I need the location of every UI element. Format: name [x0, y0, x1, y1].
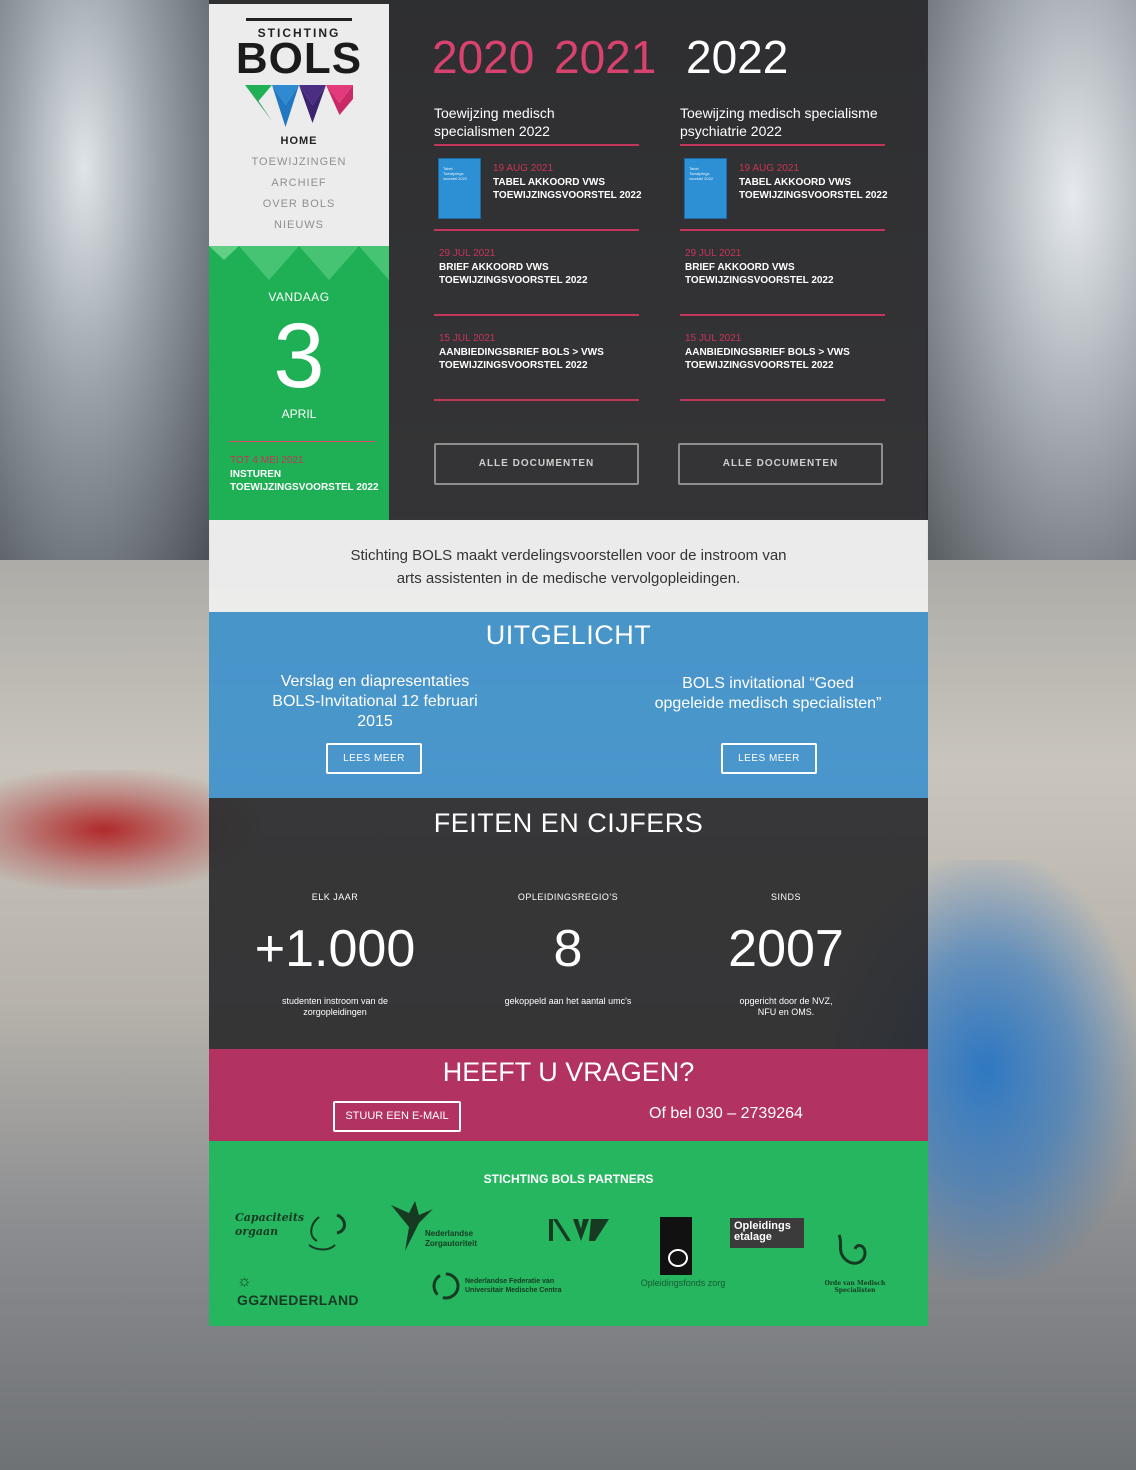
fact-description: gekoppeld aan het aantal umc's [504, 996, 632, 1006]
nvz-mark-icon [549, 1219, 609, 1241]
nav-item-home[interactable]: HOME [209, 131, 389, 152]
featured-item-text[interactable]: Verslag en diapresentaties BOLS-Invitati… [255, 672, 495, 732]
today-label: VANDAAG [268, 290, 330, 304]
nav-item-archief[interactable]: ARCHIEF [209, 173, 389, 194]
today-day: 3 [273, 305, 325, 407]
fact-label: ELK JAAR [311, 892, 359, 902]
document-item[interactable]: Tabel Toewijzings voorstel 2022 19 AUG 2… [680, 144, 888, 229]
document-title[interactable]: TABEL AKKOORD VWS TOEWIJZINGSVOORSTEL 20… [739, 176, 929, 202]
fact-value: +1.000 [254, 920, 416, 978]
document-title[interactable]: AANBIEDINGSBRIEF BOLS > VWS TOEWIJZINGSV… [685, 346, 875, 372]
document-date: 15 JUL 2021 [439, 333, 496, 344]
document-date: 29 JUL 2021 [685, 248, 742, 259]
background-photo-right [926, 0, 1136, 560]
fact-description: studenten instroom van de zorgopleidinge… [281, 996, 389, 1017]
document-item[interactable]: 15 JUL 2021 AANBIEDINGSBRIEF BOLS > VWS … [434, 314, 639, 399]
bols-logo-mark-icon [245, 85, 353, 127]
partners-section: STICHTING BOLS PARTNERS Capaciteits orga… [209, 1141, 928, 1326]
oms-logo[interactable]: Orde van Medisch Specialisten [805, 1233, 905, 1294]
featured-title: UITGELICHT [485, 620, 652, 650]
nfu-logo[interactable]: Nederlandse Federatie van Universitair M… [431, 1271, 581, 1303]
send-email-button[interactable]: STUUR EEN E-MAIL [333, 1101, 461, 1132]
nza-logo[interactable]: Nederlandse Zorgautoriteit [389, 1199, 499, 1255]
partners-title: STICHTING BOLS PARTNERS [483, 1172, 654, 1186]
tab-year-2021[interactable]: 2021 [554, 30, 656, 84]
zigzag-divider [209, 246, 389, 280]
nvz-logo[interactable] [547, 1217, 611, 1247]
fact-label: SINDS [770, 892, 801, 902]
logo-rule [246, 18, 352, 21]
fact-value: 2007 [728, 920, 844, 978]
document-thumbnail[interactable]: Tabel Toewijzings voorstel 2022 [684, 158, 727, 219]
phone-number[interactable]: Of bel 030 – 2739264 [649, 1105, 803, 1123]
ggz-logo[interactable]: ☼ GGZNEDERLAND [237, 1273, 377, 1308]
document-item[interactable]: 15 JUL 2021 AANBIEDINGSBRIEF BOLS > VWS … [680, 314, 885, 399]
featured-section: UITGELICHT Verslag en diapresentaties BO… [209, 612, 928, 798]
deadline-text[interactable]: INSTUREN TOEWIJZINGSVOORSTEL 2022 [230, 468, 380, 494]
document-item[interactable]: 29 JUL 2021 BRIEF AKKOORD VWS TOEWIJZING… [680, 229, 885, 314]
tab-year-2022[interactable]: 2022 [686, 30, 788, 84]
rijksoverheid-emblem [660, 1217, 692, 1275]
all-documents-button[interactable]: ALLE DOCUMENTEN [678, 443, 883, 485]
document-title[interactable]: TABEL AKKOORD VWS TOEWIJZINGSVOORSTEL 20… [493, 176, 683, 202]
document-thumbnail[interactable]: Tabel Toewijzings voorstel 2022 [438, 158, 481, 219]
document-item[interactable]: Tabel Toewijzings voorstel 2022 19 AUG 2… [434, 144, 642, 229]
documents-panel: STICHTING BOLS HOME TOEWIJZINGEN ARCHIEF [209, 0, 928, 520]
documents-column-psychiatrie: Toewijzing medisch specialisme psychiatr… [680, 104, 888, 401]
fact-item: SINDS 2007 opgericht door de NVZ, NFU en… [676, 892, 896, 1018]
intro-text: Stichting BOLS maakt verdelingsvoorstell… [350, 547, 787, 587]
contact-title: HEEFT U VRAGEN? [442, 1057, 695, 1087]
document-item[interactable]: 29 JUL 2021 BRIEF AKKOORD VWS TOEWIJZING… [434, 229, 639, 314]
sidebar: STICHTING BOLS HOME TOEWIJZINGEN ARCHIEF [209, 4, 389, 520]
nav-item-toewijzingen[interactable]: TOEWIJZINGEN [209, 152, 389, 173]
intro-band: Stichting BOLS maakt verdelingsvoorstell… [209, 520, 928, 612]
documents-column-specialismen: Toewijzing medisch specialismen 2022 Tab… [434, 104, 642, 401]
contact-section: HEEFT U VRAGEN? STUUR EEN E-MAIL Of bel … [209, 1049, 928, 1141]
featured-item-text[interactable]: BOLS invitational “Goed opgeleide medisc… [648, 674, 888, 714]
logo-box: STICHTING BOLS HOME TOEWIJZINGEN ARCHIEF [209, 4, 389, 246]
document-date: 19 AUG 2021 [493, 163, 554, 174]
facts-title: FEITEN EN CIJFERS [433, 808, 704, 838]
read-more-button[interactable]: LEES MEER [721, 743, 817, 774]
nav-item-over-bols[interactable]: OVER BOLS [209, 194, 389, 215]
today-divider [229, 441, 375, 442]
capaciteitsorgaan-logo[interactable]: Capaciteits orgaan [235, 1211, 355, 1257]
facts-section: FEITEN EN CIJFERS ELK JAAR +1.000 studen… [209, 798, 928, 1049]
sun-icon: ☼ [237, 1273, 252, 1290]
opleidingsetalage-logo[interactable]: Opleidings etalage [730, 1218, 804, 1248]
read-more-button[interactable]: LEES MEER [326, 743, 422, 774]
fact-value: 8 [553, 920, 583, 978]
column-title: Toewijzing medisch specialismen 2022 [434, 105, 555, 139]
document-title[interactable]: BRIEF AKKOORD VWS TOEWIJZINGSVOORSTEL 20… [685, 261, 875, 287]
opleidingsfonds-logo[interactable]: Opleidingsfonds zorg [633, 1217, 733, 1291]
document-date: 15 JUL 2021 [685, 333, 742, 344]
fact-description: opgericht door de NVZ, NFU en OMS. [739, 996, 833, 1017]
nav-item-nieuws[interactable]: NIEUWS [209, 215, 389, 236]
today-month: APRIL [281, 407, 317, 421]
oms-mark-icon [837, 1234, 867, 1265]
fact-item: OPLEIDINGSREGIO'S 8 gekoppeld aan het aa… [458, 892, 678, 1007]
main-nav: HOME TOEWIJZINGEN ARCHIEF OVER BOLS NIEU… [209, 131, 389, 236]
divider [680, 399, 885, 401]
page-container: STICHTING BOLS HOME TOEWIJZINGEN ARCHIEF [209, 0, 928, 1326]
nfu-mark-icon [432, 1272, 460, 1300]
fact-label: OPLEIDINGSREGIO'S [517, 892, 619, 902]
logo-line2[interactable]: BOLS [209, 34, 389, 84]
fact-item: ELK JAAR +1.000 studenten instroom van d… [225, 892, 445, 1018]
capaciteitsorgaan-mark-icon [308, 1213, 346, 1251]
document-date: 19 AUG 2021 [739, 163, 800, 174]
tab-year-2020[interactable]: 2020 [432, 30, 534, 84]
document-date: 29 JUL 2021 [439, 248, 496, 259]
document-title[interactable]: BRIEF AKKOORD VWS TOEWIJZINGSVOORSTEL 20… [439, 261, 629, 287]
deadline-date: TOT 4 MEI 2021 [230, 455, 304, 466]
column-title: Toewijzing medisch specialisme psychiatr… [680, 105, 878, 139]
all-documents-button[interactable]: ALLE DOCUMENTEN [434, 443, 639, 485]
document-title[interactable]: AANBIEDINGSBRIEF BOLS > VWS TOEWIJZINGSV… [439, 346, 629, 372]
divider [434, 399, 639, 401]
background-photo-left [0, 0, 210, 560]
